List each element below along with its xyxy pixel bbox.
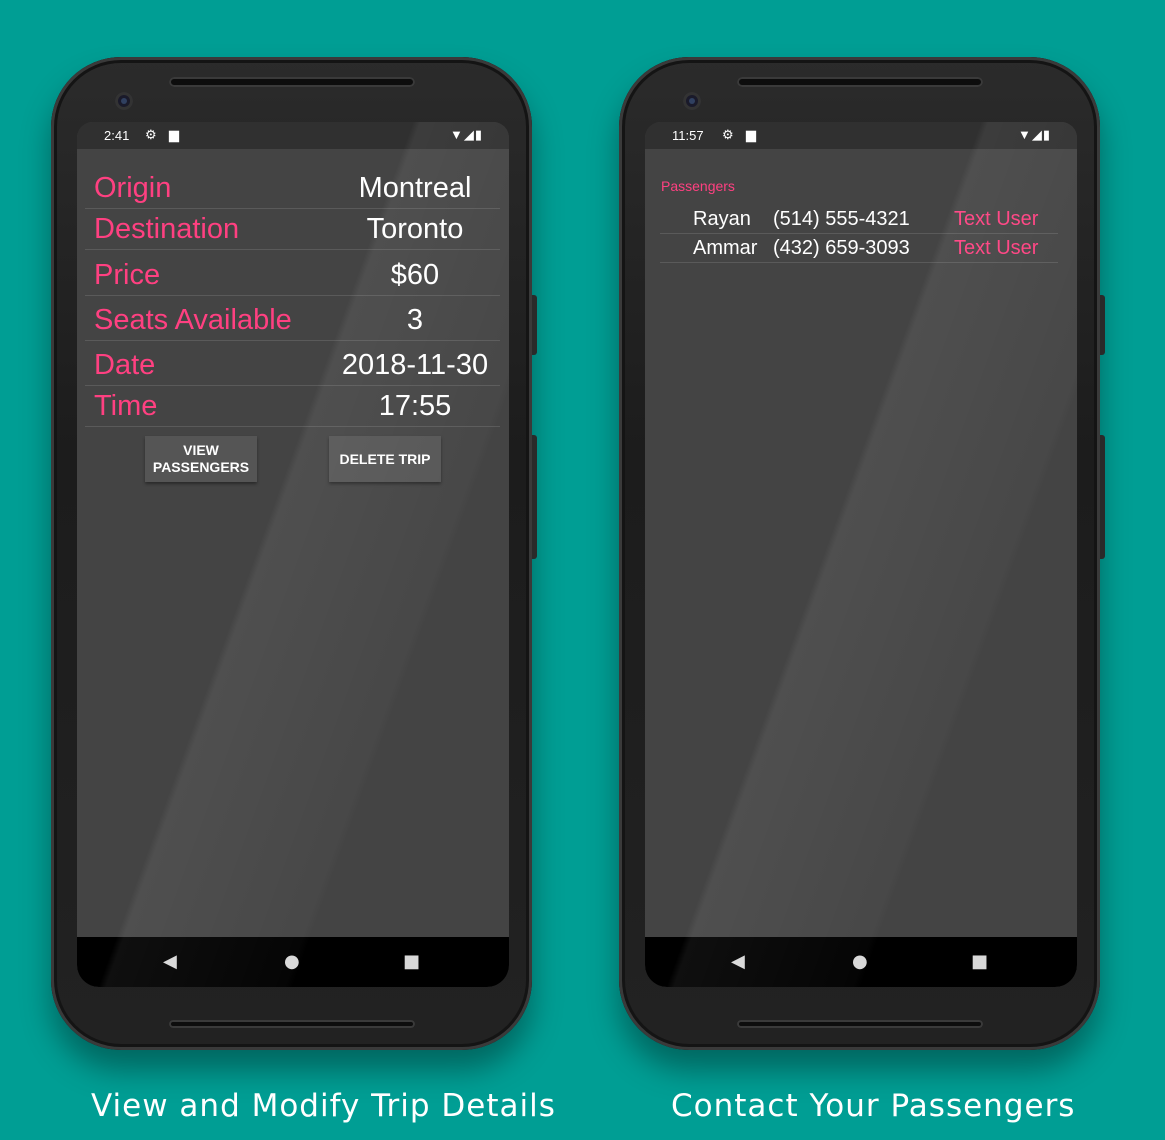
caption-contact-passengers: Contact Your Passengers — [671, 1088, 1076, 1124]
wifi-icon: ▼ — [449, 127, 464, 142]
sd-card-icon: ▆ — [169, 127, 179, 142]
home-icon[interactable]: ● — [852, 953, 868, 971]
back-icon[interactable]: ◀ — [163, 953, 177, 971]
recents-icon[interactable]: ■ — [971, 953, 988, 971]
date-label: Date — [94, 349, 156, 381]
volume-button — [1100, 295, 1105, 355]
status-bar: 11:57 ⚙ ▆ ▼◢▮ — [645, 122, 1077, 149]
passengers-title: Passengers — [661, 178, 735, 194]
back-icon[interactable]: ◀ — [731, 953, 745, 971]
origin-label: Origin — [94, 172, 172, 204]
seats-value: 3 — [406, 304, 424, 336]
view-passengers-line1: VIEW — [183, 442, 219, 458]
time-label: Time — [94, 390, 158, 422]
text-user-link[interactable]: Text User — [954, 237, 1038, 260]
power-button — [1100, 435, 1105, 559]
status-time: 2:41 — [104, 128, 130, 143]
screen-trip-details: 2:41 ⚙ ▆ ▼◢▮ Origin Montreal Destination… — [77, 122, 509, 987]
bottom-speaker — [736, 1020, 983, 1028]
signal-icon: ◢ — [463, 127, 475, 142]
front-camera — [115, 92, 133, 110]
signal-icon: ◢ — [1031, 127, 1043, 142]
front-camera — [683, 92, 701, 110]
gear-icon: ⚙ — [722, 127, 734, 142]
passenger-phone: (514) 555-4321 — [773, 208, 910, 230]
passenger-name: Rayan — [693, 208, 751, 230]
row-seats: Seats Available 3 — [85, 297, 500, 341]
list-item: Ammar (432) 659-3093 Text User — [660, 233, 1058, 263]
wifi-icon: ▼ — [1017, 127, 1032, 142]
row-origin: Origin Montreal — [85, 167, 500, 209]
view-passengers-button[interactable]: VIEW PASSENGERS — [145, 436, 257, 482]
battery-icon: ▮ — [1042, 127, 1051, 142]
trip-details-content: Origin Montreal Destination Toronto Pric… — [77, 149, 509, 937]
recents-icon[interactable]: ■ — [403, 953, 420, 971]
passengers-content: Passengers Rayan (514) 555-4321 Text Use… — [645, 149, 1077, 937]
bottom-speaker — [168, 1020, 415, 1028]
delete-trip-button[interactable]: DELETE TRIP — [329, 436, 441, 482]
list-item: Rayan (514) 555-4321 Text User — [660, 204, 1058, 234]
seats-label: Seats Available — [94, 304, 292, 336]
home-icon[interactable]: ● — [284, 953, 300, 971]
price-label: Price — [94, 259, 161, 291]
text-user-link[interactable]: Text User — [954, 208, 1038, 231]
date-value: 2018-11-30 — [341, 349, 489, 381]
navigation-bar: ◀ ● ■ — [645, 937, 1077, 987]
passenger-phone: (432) 659-3093 — [773, 237, 910, 259]
battery-icon: ▮ — [474, 127, 483, 142]
passenger-name: Ammar — [693, 237, 758, 259]
gear-icon: ⚙ — [145, 127, 157, 142]
screen-passengers: 11:57 ⚙ ▆ ▼◢▮ Passengers Rayan (514) 555… — [645, 122, 1077, 987]
row-date: Date 2018-11-30 — [85, 342, 500, 386]
navigation-bar: ◀ ● ■ — [77, 937, 509, 987]
caption-trip-details: View and Modify Trip Details — [91, 1088, 556, 1124]
sd-card-icon: ▆ — [746, 127, 756, 142]
origin-value: Montreal — [358, 172, 472, 204]
time-value: 17:55 — [378, 390, 452, 422]
status-bar: 2:41 ⚙ ▆ ▼◢▮ — [77, 122, 509, 149]
volume-button — [532, 295, 537, 355]
status-time: 11:57 — [672, 128, 704, 143]
view-passengers-line2: PASSENGERS — [152, 459, 250, 475]
row-price: Price $60 — [85, 252, 500, 296]
destination-value: Toronto — [366, 213, 464, 245]
destination-label: Destination — [94, 213, 240, 245]
row-time: Time 17:55 — [85, 385, 500, 427]
row-destination: Destination Toronto — [85, 208, 500, 250]
phone-frame-right: 11:57 ⚙ ▆ ▼◢▮ Passengers Rayan (514) 555… — [619, 57, 1105, 1050]
price-value: $60 — [390, 259, 440, 291]
earpiece-speaker — [168, 77, 415, 87]
earpiece-speaker — [736, 77, 983, 87]
phone-frame-left: 2:41 ⚙ ▆ ▼◢▮ Origin Montreal Destination… — [51, 57, 537, 1050]
power-button — [532, 435, 537, 559]
